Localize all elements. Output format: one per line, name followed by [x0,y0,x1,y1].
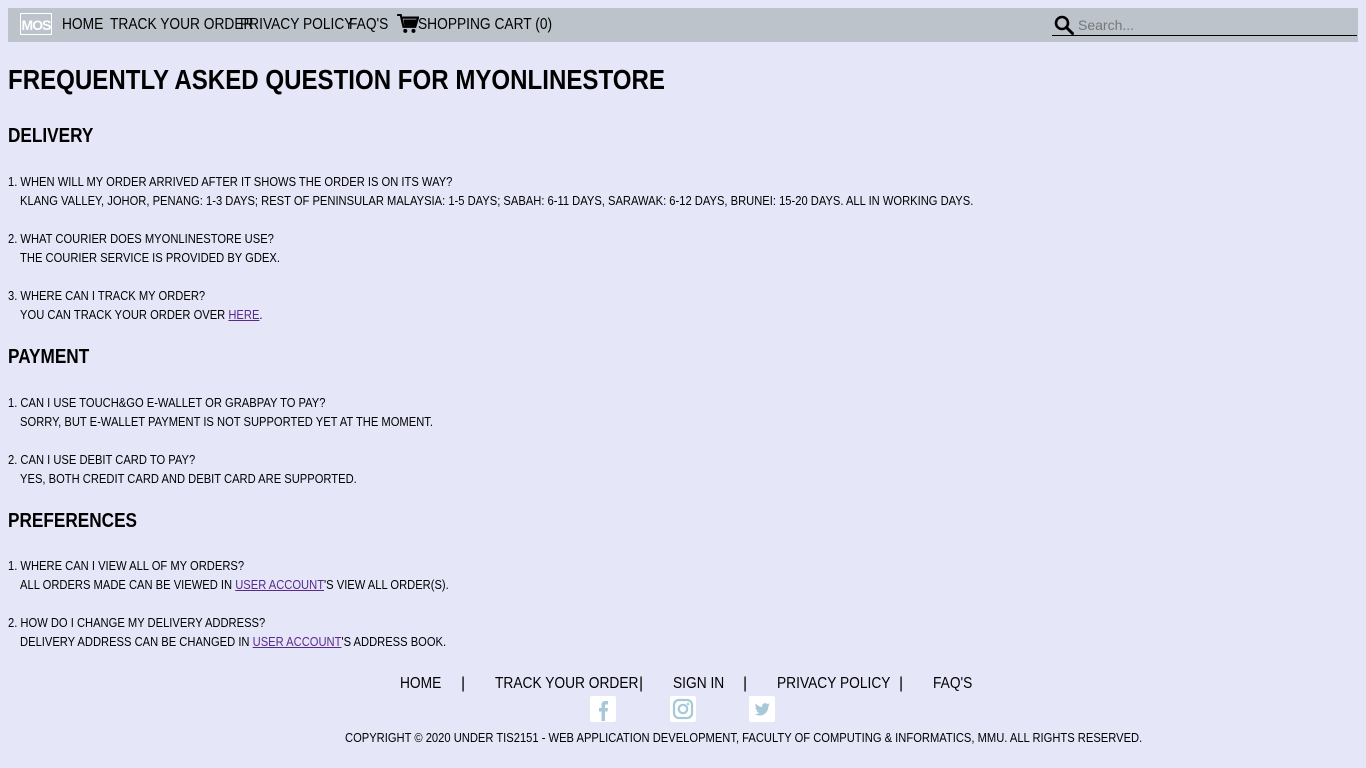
user-account-link[interactable]: USER ACCOUNT [235,577,324,592]
faq-question: 1. CAN I USE TOUCH&GO E-WALLET OR GRABPA… [8,395,326,410]
faq-answer: YES, BOTH CREDIT CARD AND DEBIT CARD ARE… [20,471,357,486]
store-logo[interactable]: MOS [20,13,52,35]
shopping-cart-icon[interactable] [397,14,419,34]
facebook-icon[interactable] [590,696,616,722]
footer-privacy-policy-link[interactable]: PRIVACY POLICY [777,672,890,696]
search-icon[interactable] [1054,15,1074,35]
footer-faqs-link[interactable]: FAQ'S [933,672,972,696]
footer-nav: HOME | TRACK YOUR ORDER | SIGN IN | PRIV… [0,672,1366,696]
faq-item: 1. WHEN WILL MY ORDER ARRIVED AFTER IT S… [8,172,973,210]
faq-item: 2. WHAT COURIER DOES MYONLINESTORE USE? … [8,229,280,267]
twitter-icon[interactable] [749,696,775,722]
search-input[interactable] [1052,14,1357,36]
answer-text: 'S VIEW ALL ORDER(S). [324,577,449,592]
answer-text: . [259,307,263,322]
footer-separator: | [639,675,644,692]
nav-track-order[interactable]: TRACK YOUR ORDER [110,8,253,42]
faq-question: 1. WHERE CAN I VIEW ALL OF MY ORDERS? [8,558,245,573]
faq-answer: YOU CAN TRACK YOUR ORDER OVER HERE. [8,305,263,324]
faq-question: 3. WHERE CAN I TRACK MY ORDER? [8,288,206,303]
user-account-link[interactable]: USER ACCOUNT [253,634,342,649]
nav-privacy-policy[interactable]: PRIVACY POLICY [240,8,353,42]
page-title: FREQUENTLY ASKED QUESTION FOR MYONLINEST… [8,64,665,95]
nav-shopping-cart[interactable]: SHOPPING CART (0) [418,8,552,42]
answer-text: ALL ORDERS MADE CAN BE VIEWED IN [20,577,236,592]
faq-answer: DELIVERY ADDRESS CAN BE CHANGED IN USER … [8,632,446,651]
answer-text: YOU CAN TRACK YOUR ORDER OVER [20,307,229,322]
faq-answer: SORRY, BUT E-WALLET PAYMENT IS NOT SUPPO… [20,414,433,429]
faq-item: 2. HOW DO I CHANGE MY DELIVERY ADDRESS? … [8,613,446,651]
answer-text: DELIVERY ADDRESS CAN BE CHANGED IN [20,634,253,649]
instagram-icon[interactable] [670,696,696,722]
footer-sign-in-link[interactable]: SIGN IN [673,672,724,696]
faq-answer: ALL ORDERS MADE CAN BE VIEWED IN USER AC… [8,575,449,594]
footer-home-link[interactable]: HOME [400,672,441,696]
footer-separator: | [899,675,904,692]
track-order-here-link[interactable]: HERE [228,307,259,322]
section-heading-payment: PAYMENT [8,346,90,368]
nav-home[interactable]: HOME [62,8,103,42]
faq-question: 2. WHAT COURIER DOES MYONLINESTORE USE? [8,231,274,246]
faq-item: 3. WHERE CAN I TRACK MY ORDER? YOU CAN T… [8,286,263,324]
section-heading-delivery: DELIVERY [8,125,94,147]
section-heading-preferences: PREFERENCES [8,510,138,532]
faq-answer: THE COURIER SERVICE IS PROVIDED BY GDEX. [20,250,280,265]
nav-faqs[interactable]: FAQ'S [349,8,388,42]
faq-question: 2. HOW DO I CHANGE MY DELIVERY ADDRESS? [8,615,266,630]
copyright-text: COPYRIGHT © 2020 UNDER TIS2151 - WEB APP… [345,730,1143,745]
faq-item: 1. WHERE CAN I VIEW ALL OF MY ORDERS? AL… [8,556,449,594]
faq-item: 2. CAN I USE DEBIT CARD TO PAY? YES, BOT… [8,450,357,488]
faq-question: 1. WHEN WILL MY ORDER ARRIVED AFTER IT S… [8,174,453,189]
faq-item: 1. CAN I USE TOUCH&GO E-WALLET OR GRABPA… [8,393,433,431]
faq-question: 2. CAN I USE DEBIT CARD TO PAY? [8,452,196,467]
footer-separator: | [743,675,748,692]
footer-track-order-link[interactable]: TRACK YOUR ORDER [495,672,638,696]
faq-answer: KLANG VALLEY, JOHOR, PENANG: 1-3 DAYS; R… [20,193,974,208]
footer-separator: | [461,675,466,692]
top-navbar: MOS HOME TRACK YOUR ORDER PRIVACY POLICY… [8,8,1358,42]
answer-text: 'S ADDRESS BOOK. [341,634,447,649]
